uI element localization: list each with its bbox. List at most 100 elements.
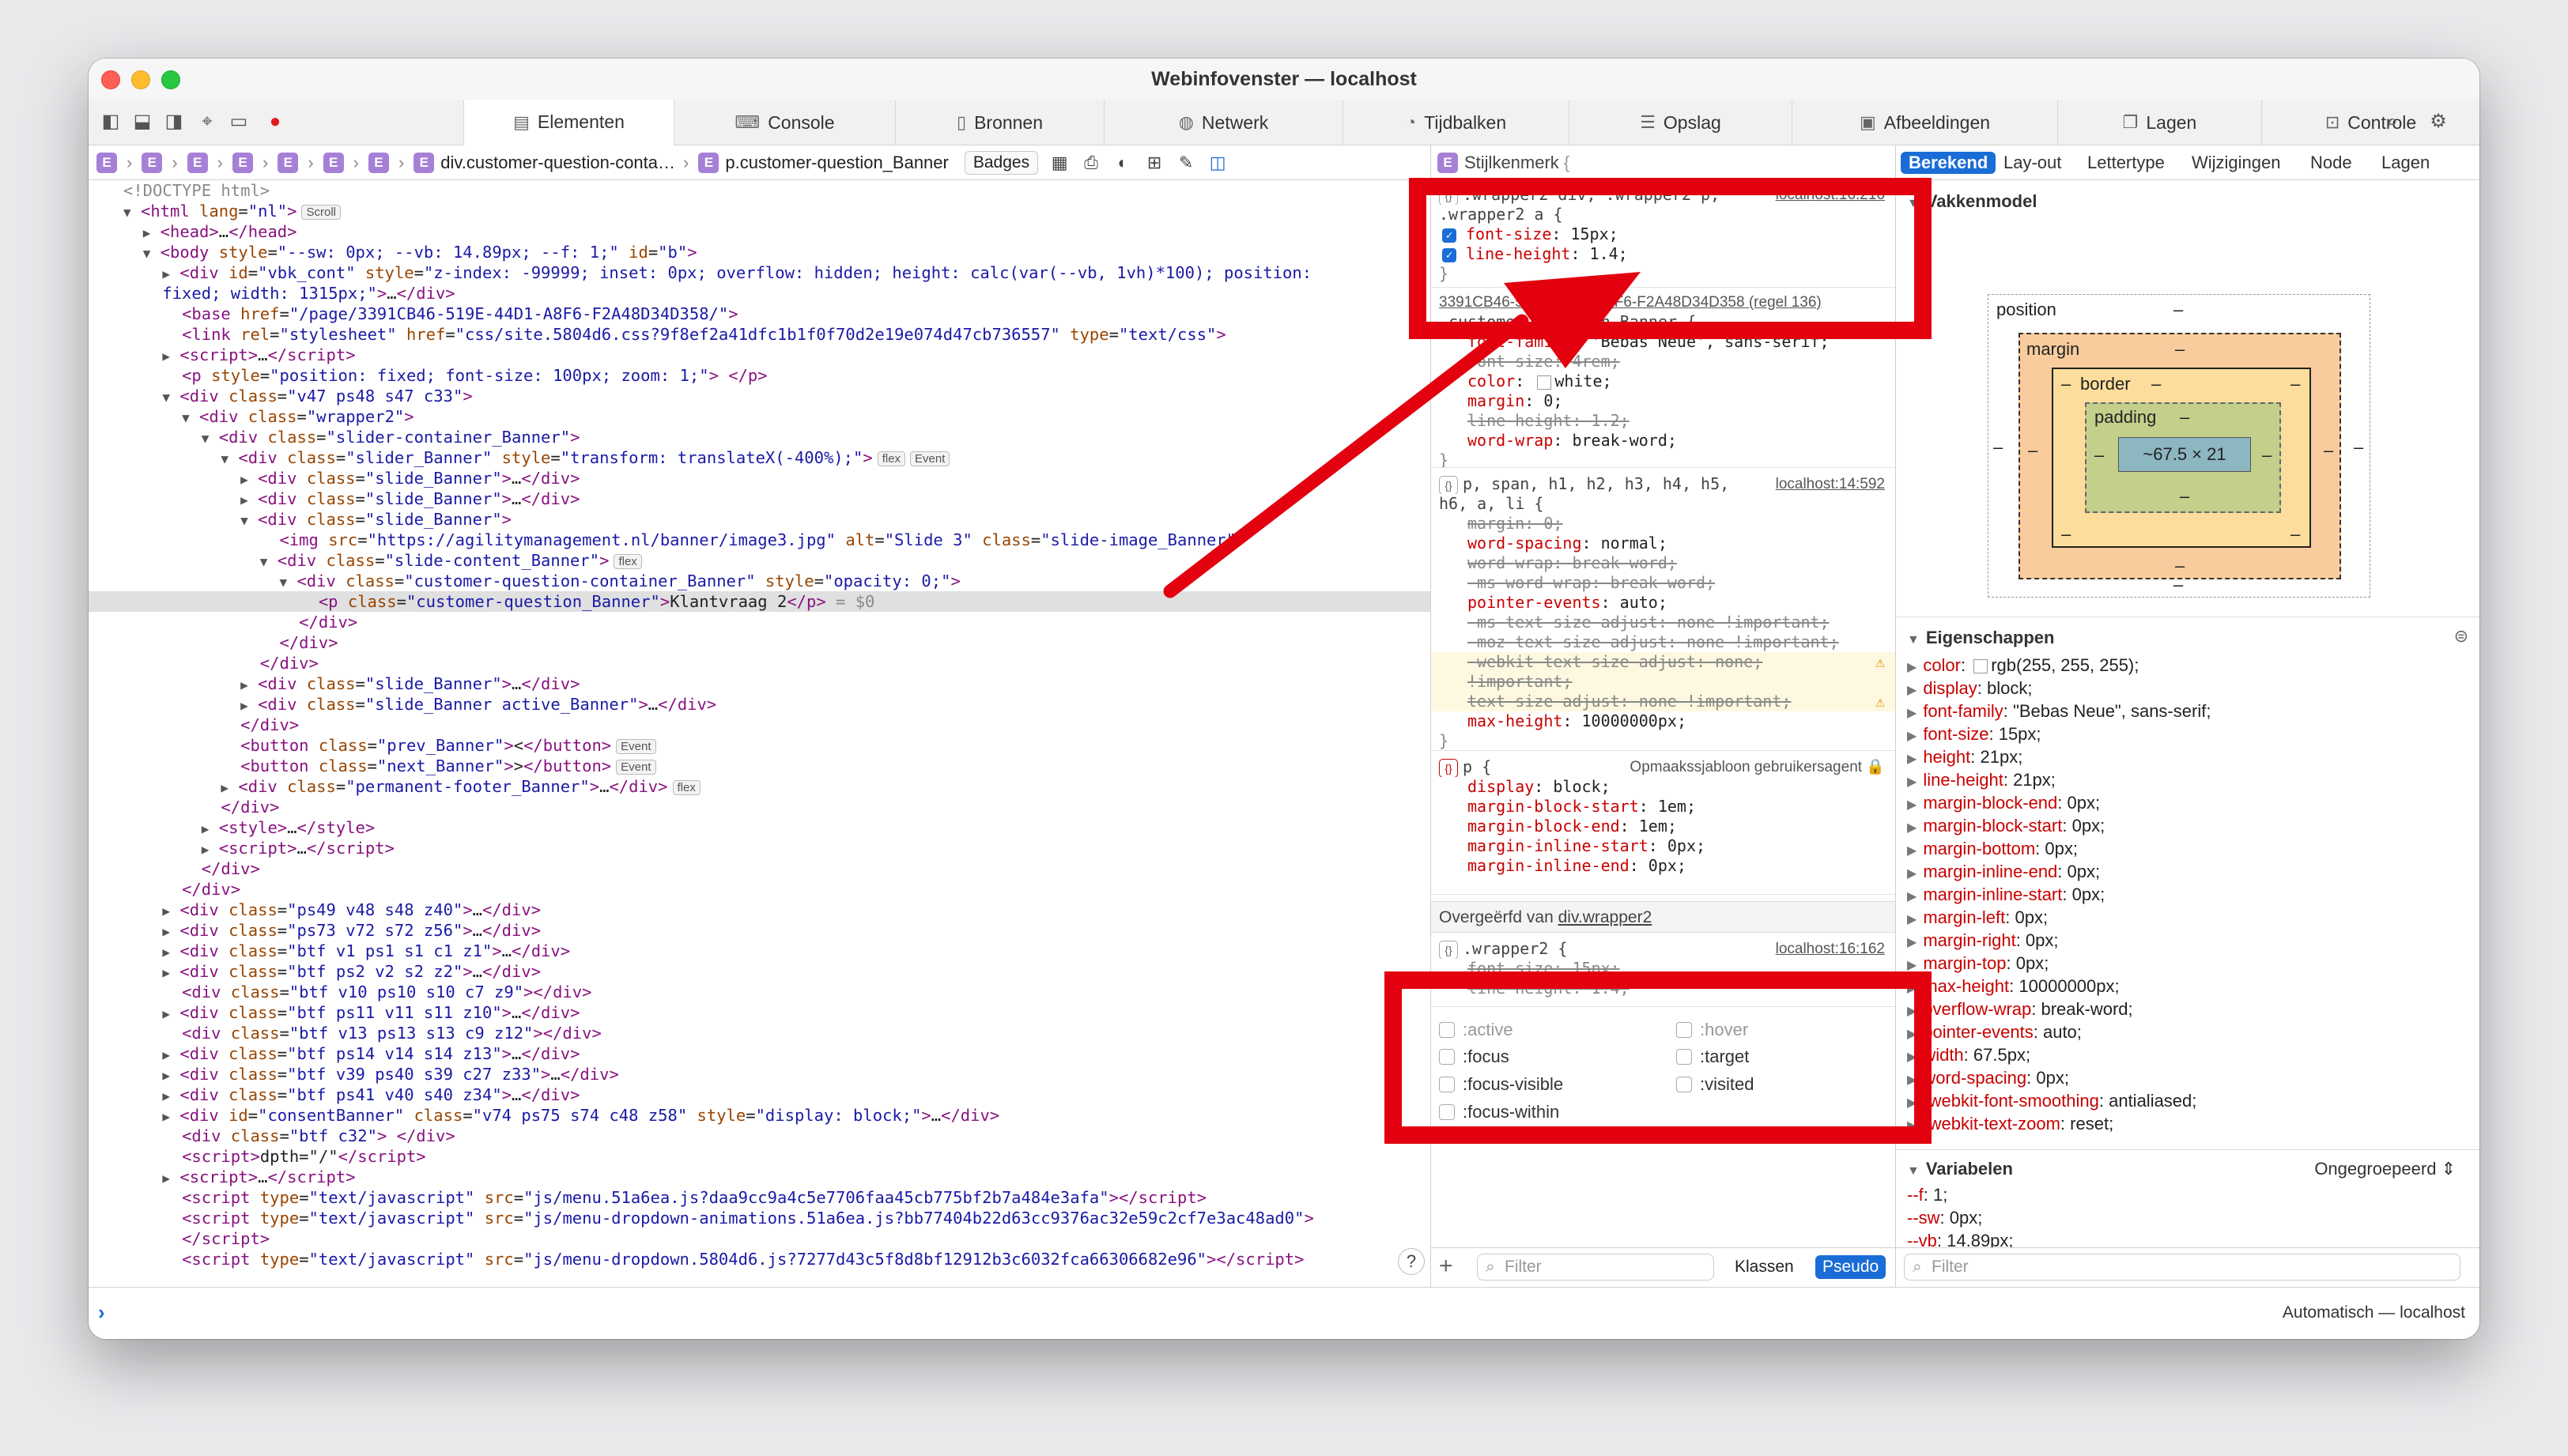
dom-node[interactable]: ▼ <div class="slide_Banner"> bbox=[89, 509, 1430, 530]
dom-node[interactable]: ▼ <div class="wrapper2"> bbox=[89, 406, 1430, 427]
tab-computed[interactable]: Berekend bbox=[1901, 152, 1996, 174]
computed-property[interactable]: ▶ height: 21px; bbox=[1907, 746, 2022, 771]
breadcrumb-element-icon[interactable]: E bbox=[96, 152, 117, 173]
dom-node[interactable]: <script type="text/javascript" src="js/m… bbox=[89, 1187, 1430, 1208]
dom-node[interactable]: <div class="btf c32"> </div> bbox=[89, 1126, 1430, 1146]
dom-node[interactable]: ▶ <head>…</head> bbox=[89, 221, 1430, 242]
pseudo-focus-within[interactable]: :focus-within bbox=[1439, 1102, 1559, 1122]
style-property[interactable]: margin: 0; bbox=[1431, 514, 1895, 534]
pen-icon[interactable]: ✎ bbox=[1176, 153, 1196, 173]
dom-node[interactable]: </div> bbox=[89, 715, 1430, 735]
dom-node[interactable]: ▼ <html lang="nl"> Scroll bbox=[89, 201, 1430, 221]
settings-icon[interactable]: ⚙ bbox=[2427, 111, 2449, 133]
dom-node[interactable]: <script type="text/javascript" src="js/m… bbox=[89, 1208, 1430, 1228]
dom-node[interactable]: ▶ <style>…</style> bbox=[89, 817, 1430, 838]
prop-name[interactable]: line-height bbox=[1467, 979, 1572, 998]
prop-value[interactable]: 15px bbox=[1572, 959, 1610, 978]
prop-name[interactable]: color bbox=[1467, 372, 1515, 390]
dom-node[interactable]: ▶ <div id="vbk_cont" style="z-index: -99… bbox=[89, 262, 1430, 283]
dom-node[interactable]: ▶ <script>…</script> bbox=[89, 838, 1430, 858]
dom-node[interactable]: </div> bbox=[89, 653, 1430, 673]
rule-user-agent-p[interactable]: {} p {Opmaakssjabloon gebruikersagent 🔒 d… bbox=[1431, 753, 1895, 895]
dom-tree[interactable]: <!DOCTYPE html> ▼ <html lang="nl"> Scroll … bbox=[89, 180, 1430, 1287]
boxmodel-section-header[interactable]: ▼ Vakkenmodel bbox=[1907, 191, 2037, 212]
prop-name[interactable]: display bbox=[1467, 777, 1534, 796]
dom-node[interactable]: ▶ <div class="slide_Banner">…</div> bbox=[89, 488, 1430, 509]
computed-property[interactable]: ▶ margin-bottom: 0px; bbox=[1907, 838, 2078, 862]
dom-node[interactable]: ▶ <div class="ps49 v48 s48 z40">…</div> bbox=[89, 900, 1430, 920]
appearance-icon[interactable]: ◐ bbox=[1112, 153, 1133, 173]
disclosure-icon[interactable]: ▶ bbox=[1907, 890, 1917, 903]
bm-padding-box[interactable]: padding – – – – ~67.5 × 21 bbox=[2085, 402, 2281, 513]
rule-wrapper2-descendants[interactable]: {} .wrapper2 div, .wrapper2 p, localhost:1… bbox=[1431, 180, 1895, 288]
prop-value[interactable]: break-word bbox=[1572, 431, 1667, 450]
dom-node[interactable]: <!DOCTYPE html> bbox=[89, 180, 1430, 201]
dom-node[interactable]: ▼ <body style="--sw: 0px; --vb: 14.89px;… bbox=[89, 242, 1430, 262]
device-icon[interactable]: ▭ bbox=[228, 111, 250, 133]
prop-name[interactable]: pointer-events bbox=[1467, 593, 1601, 612]
checkbox-icon[interactable]: ✓ bbox=[1442, 228, 1456, 243]
prop-value[interactable]: break-word bbox=[1611, 573, 1705, 592]
disclosure-icon[interactable]: ▶ bbox=[1907, 730, 1917, 743]
prop-value[interactable]: 15px bbox=[1570, 224, 1608, 243]
style-property[interactable]: -ms-text-size-adjust: none !important; bbox=[1431, 613, 1895, 632]
style-property[interactable]: font-size: 4rem; bbox=[1431, 352, 1895, 372]
dom-node[interactable]: ▶ <div class="permanent-footer_Banner">…… bbox=[89, 776, 1430, 797]
css-variable[interactable]: --sw: 0px; bbox=[1907, 1207, 1982, 1229]
prop-name[interactable]: -ms-text-size-adjust bbox=[1467, 613, 1658, 632]
breadcrumb-element-icon[interactable]: E bbox=[323, 152, 344, 173]
dom-node[interactable]: </div> bbox=[89, 858, 1430, 879]
tab-font[interactable]: Lettertype bbox=[2079, 152, 2173, 174]
console-context[interactable]: Automatisch — localhost bbox=[2283, 1303, 2465, 1322]
disclosure-icon[interactable]: ▶ bbox=[1907, 936, 1917, 949]
breadcrumb-item-current[interactable]: p.customer-question_Banner bbox=[725, 153, 949, 173]
computed-property[interactable]: ▶ margin-right: 0px; bbox=[1907, 930, 2059, 954]
dom-node[interactable]: </div> bbox=[89, 612, 1430, 632]
computed-property[interactable]: ▶ -webkit-text-zoom: reset; bbox=[1907, 1113, 2113, 1137]
prop-value[interactable]: 1em bbox=[1639, 817, 1667, 836]
dom-node[interactable]: ▶ <div class="ps73 v72 s72 z56">…</div> bbox=[89, 920, 1430, 941]
computed-property[interactable]: ▶ font-family: "Bebas Neue", sans-serif; bbox=[1907, 700, 2211, 725]
computed-property[interactable]: ▶ font-size: 15px; bbox=[1907, 723, 2041, 748]
style-property[interactable]: text-size-adjust: none !important; ⚠ bbox=[1431, 692, 1895, 711]
style-property[interactable]: word-spacing: normal; bbox=[1431, 534, 1895, 553]
prop-value[interactable]: 0px bbox=[1648, 856, 1677, 875]
dom-node[interactable]: ▶ <div id="consentBanner" class="v74 ps7… bbox=[89, 1105, 1430, 1126]
style-property[interactable]: word-wrap: break-word; bbox=[1431, 553, 1895, 573]
warning-icon[interactable]: ⚠ bbox=[1875, 692, 1885, 711]
dom-node[interactable]: <base href="/page/3391CB46-519E-44D1-A8F… bbox=[89, 304, 1430, 324]
breadcrumb-item-container[interactable]: div.customer-question-conta… bbox=[440, 153, 675, 173]
disclosure-icon[interactable]: ▶ bbox=[1907, 959, 1917, 972]
style-property[interactable]: color: white; bbox=[1431, 372, 1895, 391]
grouping-select[interactable]: Ongegroepeerd ⇕ bbox=[2314, 1159, 2456, 1179]
dom-node[interactable]: fixed; width: 1315px;">…</div> bbox=[89, 283, 1430, 304]
pseudo-focus[interactable]: :focus bbox=[1439, 1047, 1509, 1067]
pseudo-active[interactable]: :active bbox=[1439, 1020, 1513, 1040]
prop-name[interactable]: margin bbox=[1467, 514, 1524, 533]
prop-name[interactable]: font-size bbox=[1466, 224, 1551, 243]
dom-node[interactable]: <button class="prev_Banner"><</button> Ev… bbox=[89, 735, 1430, 756]
search-icon[interactable]: ⌕ bbox=[2381, 111, 2404, 133]
dom-node[interactable]: ▶ <div class="slide_Banner">…</div> bbox=[89, 673, 1430, 694]
bm-margin-box[interactable]: margin – – – – – border – – – – padding … bbox=[2019, 333, 2341, 579]
style-property[interactable]: word-wrap: break-word; bbox=[1431, 431, 1895, 451]
computed-property[interactable]: ▶ margin-inline-end: 0px; bbox=[1907, 861, 2100, 885]
dom-node[interactable]: ▶ <div class="btf v39 ps40 s39 c27 z33">… bbox=[89, 1064, 1430, 1084]
dom-node[interactable]: ▶ <div class="slide_Banner">…</div> bbox=[89, 468, 1430, 488]
prop-name[interactable]: margin-inline-start bbox=[1467, 836, 1648, 855]
dom-node[interactable]: <script>dpth="/"</script> bbox=[89, 1146, 1430, 1167]
pseudo-hover[interactable]: :hover bbox=[1676, 1020, 1748, 1040]
disclosure-icon[interactable]: ▶ bbox=[1907, 867, 1917, 881]
dom-node[interactable]: ▶ <div class="btf ps41 v40 s40 z34">…</d… bbox=[89, 1084, 1430, 1105]
rule-source-link[interactable]: 3391CB46-519E-44D1-A8F6-F2A48D34D358 (re… bbox=[1431, 292, 1895, 312]
rule-customer-question[interactable]: 3391CB46-519E-44D1-A8F6-F2A48D34D358 (re… bbox=[1431, 289, 1895, 468]
breadcrumb-element-icon[interactable]: E bbox=[142, 152, 163, 173]
classes-button[interactable]: Klassen bbox=[1735, 1258, 1794, 1277]
disclosure-icon[interactable]: ▶ bbox=[1907, 1073, 1917, 1087]
prop-value[interactable]: none !important bbox=[1677, 613, 1820, 632]
style-property[interactable]: margin: 0; bbox=[1431, 391, 1895, 411]
tab-lagen[interactable]: ❐ Lagen bbox=[2057, 100, 2261, 145]
style-property[interactable]: -moz-text-size-adjust: none !important; bbox=[1431, 632, 1895, 652]
prop-value[interactable]: none bbox=[1715, 652, 1753, 671]
computed-property[interactable]: ▶ display: block; bbox=[1907, 677, 2033, 702]
